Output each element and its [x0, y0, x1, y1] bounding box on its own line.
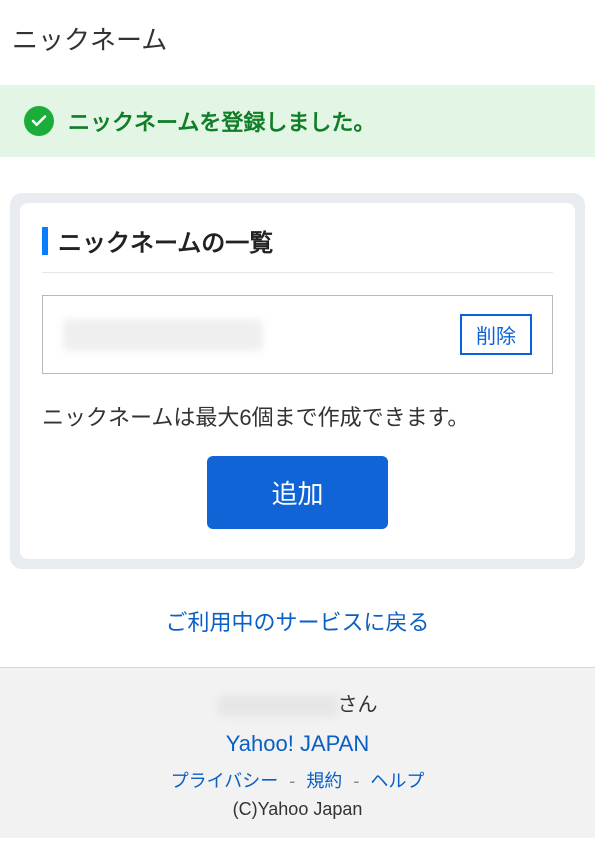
nickname-panel: ニックネームの一覧 削除 ニックネームは最大6個まで作成できます。 追加 — [10, 193, 585, 569]
delete-button[interactable]: 削除 — [460, 314, 532, 355]
nickname-row: 削除 — [42, 295, 553, 374]
nickname-panel-inner: ニックネームの一覧 削除 ニックネームは最大6個まで作成できます。 追加 — [20, 203, 575, 559]
privacy-link[interactable]: プライバシー — [171, 771, 279, 791]
separator: - — [289, 771, 295, 791]
footer-links: プライバシー - 規約 - ヘルプ — [0, 767, 595, 793]
add-button[interactable]: 追加 — [207, 456, 387, 529]
list-header: ニックネームの一覧 — [42, 223, 553, 273]
user-suffix: さん — [338, 694, 378, 716]
username-redacted — [218, 695, 338, 717]
brand-link[interactable]: Yahoo! JAPAN — [226, 731, 369, 757]
user-line: さん — [0, 688, 595, 717]
copyright: (C)Yahoo Japan — [0, 799, 595, 820]
help-link[interactable]: ヘルプ — [370, 771, 424, 791]
footer: さん Yahoo! JAPAN プライバシー - 規約 - ヘルプ (C)Yah… — [0, 667, 595, 838]
nickname-value-redacted — [63, 319, 263, 351]
terms-link[interactable]: 規約 — [306, 771, 342, 791]
back-link[interactable]: ご利用中のサービスに戻る — [0, 605, 595, 637]
help-text: ニックネームは最大6個まで作成できます。 — [42, 400, 553, 432]
alert-message: ニックネームを登録しました。 — [68, 105, 375, 137]
list-header-title: ニックネームの一覧 — [58, 223, 273, 258]
check-circle-icon — [24, 106, 54, 136]
separator: - — [353, 771, 359, 791]
accent-bar-icon — [42, 227, 48, 255]
page-title: ニックネーム — [0, 0, 595, 85]
success-alert: ニックネームを登録しました。 — [0, 85, 595, 157]
